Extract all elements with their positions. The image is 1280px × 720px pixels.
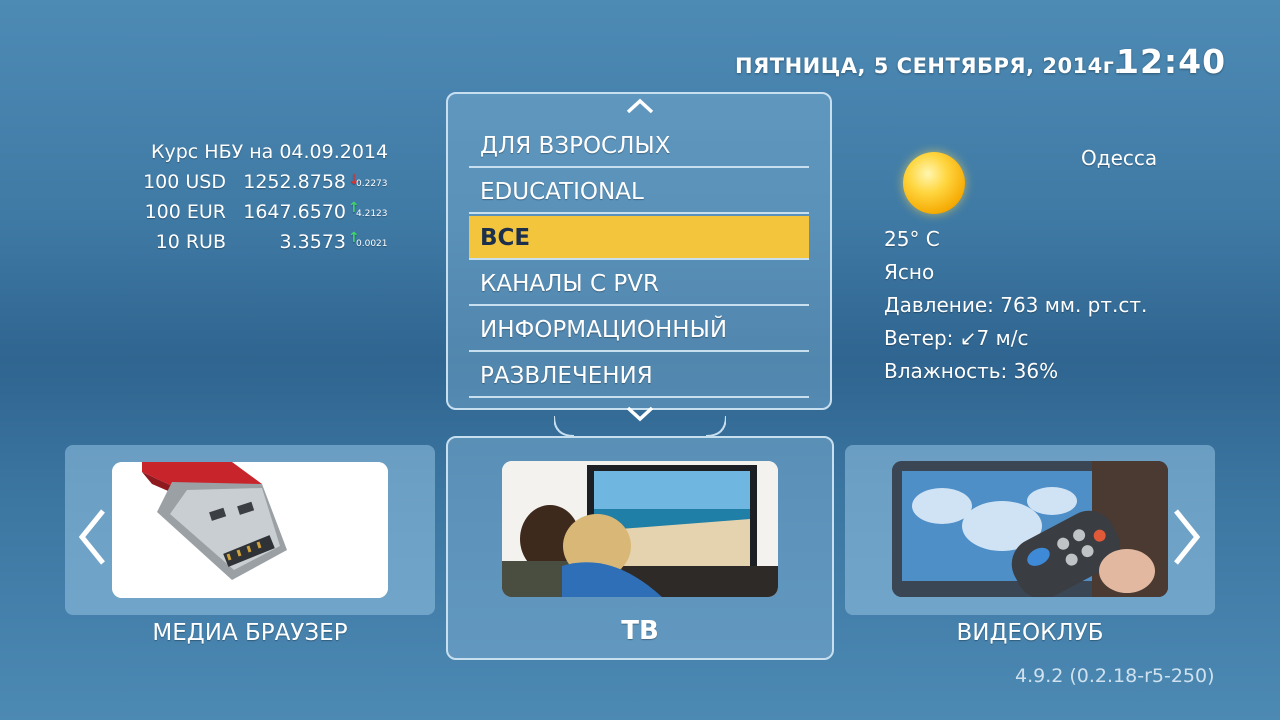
weather-wind-value: 7 м/с [976,326,1029,350]
version-label: 4.9.2 (0.2.18-r5-250) [1015,665,1215,687]
chevron-up-icon[interactable] [625,96,655,116]
weather-condition: Ясно [884,260,935,284]
tv-image[interactable] [502,461,778,597]
weather-pressure: Давление: 763 мм. рт.ст. [884,293,1148,317]
category-item-entertainment[interactable]: РАЗВЛЕЧЕНИЯ [469,354,809,398]
wind-direction-icon: ↙ [959,326,977,350]
currency-delta: 0.0021 [356,239,388,249]
video-club-label[interactable]: ВИДЕОКЛУБ [845,620,1215,646]
usb-drive-image[interactable] [112,462,388,598]
currency-delta: 4.2123 [356,209,388,219]
category-item-adult[interactable]: ДЛЯ ВЗРОСЛЫХ [469,124,809,168]
weather-wind-label: Ветер: [884,326,954,350]
rate-row-rub: 10 RUB 3.3573 ↑ 0.0021 [116,230,396,257]
tv-label[interactable]: ТВ [446,616,834,646]
category-item-educational[interactable]: EDUCATIONAL [469,170,809,214]
category-item-info[interactable]: ИНФОРМАЦИОННЫЙ [469,308,809,352]
weather-humidity: Влажность: 36% [884,359,1059,383]
exchange-rate-title: Курс НБУ на 04.09.2014 [151,141,389,163]
rate-row-usd: 100 USD 1252.8758 ↓ 0.2273 [116,171,396,197]
currency-delta: 0.2273 [356,179,388,189]
currency-name: 10 RUB [155,231,226,253]
weather-temperature: 25° C [884,227,940,251]
category-item-all[interactable]: ВСЕ [469,216,809,260]
sun-icon [903,152,965,214]
rate-row-eur: 100 EUR 1647.6570 ↑ 4.2123 [116,200,396,227]
category-item-pvr[interactable]: КАНАЛЫ С PVR [469,262,809,306]
weather-city: Одесса [1081,146,1158,170]
chevron-right-icon[interactable] [1172,508,1202,566]
currency-name: 100 EUR [144,201,226,223]
date-label: ПЯТНИЦА, 5 СЕНТЯБРЯ, 2014г. [735,54,1123,78]
media-browser-label[interactable]: МЕДИА БРАУЗЕР [65,620,435,646]
currency-value: 3.3573 [279,231,346,253]
clock: 12:40 [1116,42,1227,81]
chevron-left-icon[interactable] [77,508,107,566]
currency-name: 100 USD [143,171,226,193]
remote-control-image[interactable] [892,461,1168,597]
currency-value: 1252.8758 [243,171,346,193]
currency-value: 1647.6570 [243,201,346,223]
weather-wind: Ветер: ↙7 м/с [884,326,1028,350]
